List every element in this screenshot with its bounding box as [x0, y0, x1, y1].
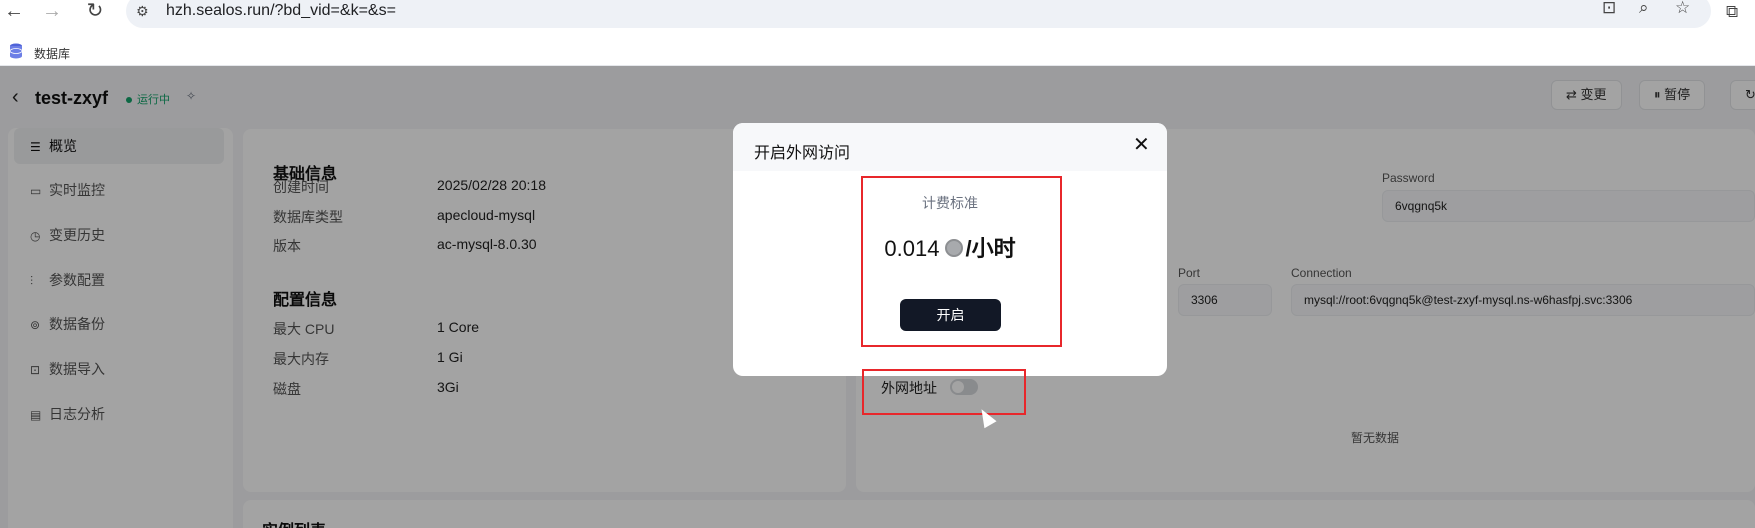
bookmark-star-icon[interactable]: ☆: [1675, 0, 1690, 18]
extensions-icon[interactable]: ⧉: [1726, 2, 1738, 22]
dialog-title: 开启外网访问: [754, 145, 851, 162]
close-icon[interactable]: ✕: [1133, 135, 1150, 155]
reload-icon[interactable]: ↻: [81, 0, 109, 24]
highlight-billing-box: [861, 176, 1062, 347]
database-icon: [9, 43, 23, 59]
url-text[interactable]: hzh.sealos.run/?bd_vid=&k=&s=: [166, 2, 396, 20]
dialog-header: 开启外网访问 ✕: [733, 123, 1167, 171]
install-app-icon[interactable]: ⊡: [1602, 0, 1616, 18]
bookmarks-bar: 数据库: [0, 36, 1755, 66]
forward-arrow-icon[interactable]: →: [38, 0, 66, 24]
highlight-toggle-box: [862, 369, 1026, 415]
zoom-icon[interactable]: ⌕: [1639, 0, 1649, 18]
browser-toolbar: ← → ↻ ⚙ hzh.sealos.run/?bd_vid=&k=&s= ⊡ …: [0, 0, 1755, 36]
bookmark-database[interactable]: 数据库: [34, 45, 70, 62]
site-settings-icon[interactable]: ⚙: [136, 3, 149, 20]
back-arrow-icon[interactable]: ←: [0, 0, 28, 24]
address-bar[interactable]: ⚙ hzh.sealos.run/?bd_vid=&k=&s= ⊡ ⌕ ☆: [126, 0, 1711, 28]
